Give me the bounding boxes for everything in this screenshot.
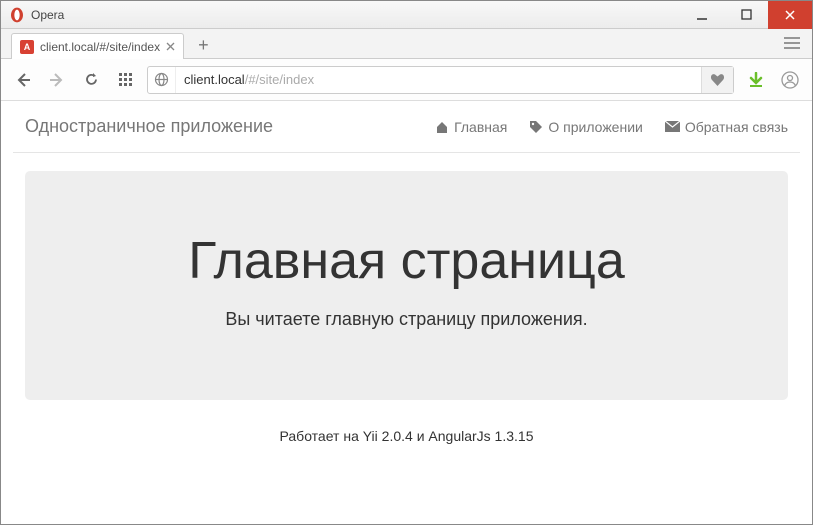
url-host: client.local bbox=[184, 72, 245, 87]
browser-toolbar: client.local/#/site/index bbox=[1, 59, 812, 101]
nav-link-contact-label: Обратная связь bbox=[685, 119, 788, 135]
envelope-icon bbox=[665, 121, 680, 132]
window-title: Opera bbox=[31, 8, 680, 22]
page-heading: Главная страница bbox=[45, 231, 768, 291]
url-path: /#/site/index bbox=[245, 72, 314, 87]
tab-close-button[interactable] bbox=[166, 42, 175, 51]
globe-icon bbox=[148, 67, 176, 93]
reload-button[interactable] bbox=[79, 68, 103, 92]
forward-button[interactable] bbox=[45, 68, 69, 92]
jumbotron: Главная страница Вы читаете главную стра… bbox=[25, 171, 788, 400]
tab-title: client.local/#/site/index bbox=[40, 40, 160, 54]
nav-link-home-label: Главная bbox=[454, 119, 507, 135]
browser-tab[interactable]: A client.local/#/site/index bbox=[11, 33, 184, 59]
page-footer: Работает на Yii 2.0.4 и AngularJs 1.3.15 bbox=[13, 428, 800, 444]
close-button[interactable] bbox=[768, 1, 812, 29]
site-navbar: Одностраничное приложение Главная О прил… bbox=[13, 101, 800, 153]
nav-link-about-label: О приложении bbox=[548, 119, 642, 135]
maximize-button[interactable] bbox=[724, 1, 768, 29]
browser-menu-button[interactable] bbox=[772, 28, 812, 58]
window-titlebar: Opera bbox=[1, 1, 812, 29]
downloads-button[interactable] bbox=[744, 68, 768, 92]
bookmark-button[interactable] bbox=[701, 67, 733, 93]
footer-text: Работает на Yii 2.0.4 и AngularJs 1.3.15 bbox=[13, 428, 800, 444]
navbar-brand[interactable]: Одностраничное приложение bbox=[25, 116, 273, 137]
nav-link-home[interactable]: Главная bbox=[435, 119, 507, 135]
url-input[interactable]: client.local/#/site/index bbox=[176, 72, 701, 87]
address-bar[interactable]: client.local/#/site/index bbox=[147, 66, 734, 94]
page-subheading: Вы читаете главную страницу приложения. bbox=[45, 309, 768, 330]
minimize-button[interactable] bbox=[680, 1, 724, 29]
page-content: Одностраничное приложение Главная О прил… bbox=[1, 101, 812, 444]
tag-icon bbox=[529, 120, 543, 134]
tab-favicon-icon: A bbox=[20, 40, 34, 54]
nav-link-about[interactable]: О приложении bbox=[529, 119, 642, 135]
tab-strip: A client.local/#/site/index + bbox=[1, 29, 812, 59]
back-button[interactable] bbox=[11, 68, 35, 92]
home-icon bbox=[435, 120, 449, 134]
new-tab-button[interactable]: + bbox=[192, 32, 215, 58]
nav-link-contact[interactable]: Обратная связь bbox=[665, 119, 788, 135]
speed-dial-button[interactable] bbox=[113, 68, 137, 92]
opera-logo-icon bbox=[9, 7, 25, 23]
account-button[interactable] bbox=[778, 68, 802, 92]
